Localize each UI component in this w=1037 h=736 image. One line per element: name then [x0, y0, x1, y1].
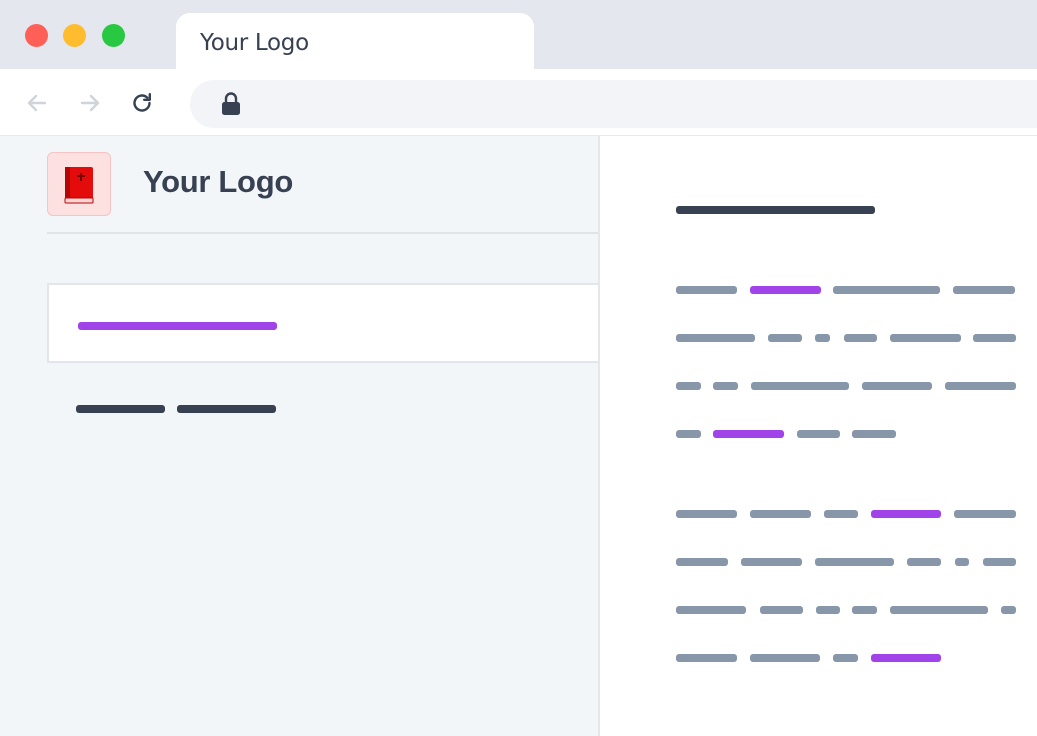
text-placeholder [833, 286, 940, 294]
text-placeholder [676, 654, 737, 662]
link-placeholder[interactable] [750, 286, 821, 294]
breadcrumb-placeholder[interactable] [177, 405, 276, 413]
text-placeholder [768, 334, 802, 342]
text-placeholder [751, 382, 849, 390]
close-window-button[interactable] [25, 24, 48, 47]
link-placeholder[interactable] [713, 430, 784, 438]
main-content [600, 136, 1037, 736]
text-placeholder [862, 382, 932, 390]
text-placeholder [833, 654, 858, 662]
lock-icon [222, 92, 240, 115]
arrow-right-icon[interactable] [77, 90, 103, 116]
search-result-card[interactable] [47, 283, 598, 363]
logo-text: Your Logo [143, 164, 293, 199]
text-placeholder [816, 606, 840, 614]
text-placeholder [953, 286, 1015, 294]
sidebar: Your Logo [0, 136, 598, 736]
link-placeholder[interactable] [871, 654, 941, 662]
text-placeholder [907, 558, 941, 566]
text-placeholder [815, 334, 830, 342]
arrow-left-icon[interactable] [24, 90, 50, 116]
text-placeholder [890, 606, 988, 614]
text-placeholder [750, 654, 820, 662]
browser-toolbar [0, 69, 1037, 136]
page-content: Your Logo [0, 136, 1037, 736]
sidebar-divider [47, 232, 598, 234]
text-placeholder [983, 558, 1016, 566]
text-placeholder [973, 334, 1016, 342]
text-placeholder [815, 558, 894, 566]
text-placeholder [954, 510, 1016, 518]
text-placeholder [1001, 606, 1016, 614]
link-placeholder[interactable] [871, 510, 941, 518]
text-placeholder [676, 510, 737, 518]
zoom-window-button[interactable] [102, 24, 125, 47]
text-placeholder [890, 334, 961, 342]
text-placeholder [945, 382, 1016, 390]
text-placeholder [824, 510, 858, 518]
text-placeholder [750, 510, 811, 518]
text-placeholder [676, 286, 737, 294]
logo-icon-box [47, 152, 111, 216]
text-placeholder [760, 606, 803, 614]
text-placeholder [852, 606, 877, 614]
text-placeholder [844, 334, 877, 342]
text-placeholder [676, 558, 728, 566]
tab-title: Your Logo [200, 30, 309, 56]
text-placeholder [741, 558, 802, 566]
minimize-window-button[interactable] [63, 24, 86, 47]
text-placeholder [676, 334, 755, 342]
reload-icon[interactable] [129, 90, 155, 116]
address-bar[interactable] [190, 80, 1037, 128]
heading-placeholder [676, 206, 875, 214]
text-placeholder [676, 382, 701, 390]
text-placeholder [713, 382, 738, 390]
breadcrumb-placeholder[interactable] [76, 405, 165, 413]
red-book-icon [64, 167, 94, 204]
text-placeholder [676, 606, 746, 614]
text-placeholder [797, 430, 840, 438]
text-placeholder [676, 430, 701, 438]
text-placeholder [852, 430, 896, 438]
card-link-placeholder[interactable] [78, 322, 277, 330]
tab-bar: Your Logo [0, 0, 1037, 79]
text-placeholder [955, 558, 969, 566]
